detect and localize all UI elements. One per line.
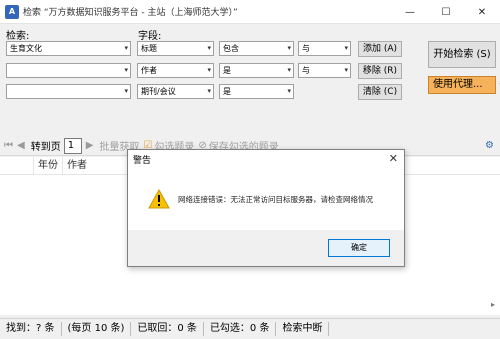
match-select-2[interactable]: 是 ▾ xyxy=(219,63,294,78)
settings-icon[interactable]: ⚙ xyxy=(485,140,494,151)
found-count: 找到：? 条 xyxy=(0,322,62,336)
prev-page-icon[interactable]: ◀ xyxy=(17,140,25,151)
warning-icon xyxy=(148,189,170,209)
dialog-close-button[interactable]: ✕ xyxy=(389,152,398,165)
scroll-right-icon[interactable]: ▸ xyxy=(486,300,500,314)
chevron-down-icon: ▾ xyxy=(124,44,128,52)
keyword-input-3[interactable]: ▾ xyxy=(6,84,131,99)
field-label: 字段: xyxy=(138,31,162,42)
goto-page-label: 转到页 xyxy=(30,142,61,153)
app-icon: A xyxy=(5,4,19,19)
ok-button[interactable]: 确定 xyxy=(328,239,390,257)
per-page-count: (每页 10 条) xyxy=(62,322,132,336)
first-page-icon[interactable]: ⏮ xyxy=(4,140,13,151)
next-page-icon[interactable]: ▶ xyxy=(86,140,94,151)
match-select-1[interactable]: 包含 ▾ xyxy=(219,41,294,56)
dialog-body: 网络连接错误：无法正常访问目标服务器，请检查网络情况 xyxy=(128,168,404,230)
close-window-button[interactable]: ✕ xyxy=(464,0,500,24)
keyword-input-2[interactable]: ▾ xyxy=(6,63,131,78)
start-search-button[interactable]: 开始检索 (S) xyxy=(428,41,496,68)
match-select-3[interactable]: 是 ▾ xyxy=(219,84,294,99)
chevron-down-icon: ▾ xyxy=(344,66,348,74)
dialog-footer: 确定 xyxy=(128,230,404,266)
page-number-input[interactable]: 1 xyxy=(63,137,82,154)
title-bar: A 检索 “万方数据知识服务平台 - 主站（上海师范大学）” — ☐ ✕ xyxy=(0,0,500,24)
chevron-down-icon: ▾ xyxy=(344,44,348,52)
field-select-1[interactable]: 标题 ▾ xyxy=(137,41,214,56)
dialog-title: 警告 xyxy=(133,155,152,166)
chevron-down-icon: ▾ xyxy=(207,44,211,52)
warning-dialog: 警告 ✕ 网络连接错误：无法正常访问目标服务器，请检查网络情况 确定 xyxy=(127,149,405,267)
use-proxy-button[interactable]: 使用代理...▾ xyxy=(428,76,500,94)
field-select-3[interactable]: 期刊/会议 ▾ xyxy=(137,84,214,99)
chevron-down-icon: ▾ xyxy=(124,66,128,74)
logic-select-2[interactable]: 与 ▾ xyxy=(298,63,351,78)
year-column-header[interactable]: 年份 xyxy=(34,156,63,175)
minimize-button[interactable]: — xyxy=(392,0,428,24)
search-state: 检索中断 xyxy=(276,322,330,336)
window-title: 检索 “万方数据知识服务平台 - 主站（上海师范大学）” xyxy=(23,8,238,18)
search-panel: 检索: 字段: 生育文化 ▾ 标题 ▾ 包含 ▾ 与 ▾ 添加 (A) ▾ 作者 ▾ 是 ▾… xyxy=(0,24,500,130)
checked-count: 已勾选：0 条 xyxy=(204,322,277,336)
chevron-down-icon: ▾ xyxy=(124,87,128,95)
add-button[interactable]: 添加 (A) xyxy=(358,41,402,57)
status-bar: 找到：? 条 (每页 10 条) 已取回：0 条 已勾选：0 条 检索中断 xyxy=(0,318,500,339)
chevron-down-icon: ▾ xyxy=(207,66,211,74)
keyword-label: 检索: xyxy=(6,31,30,42)
dialog-message: 网络连接错误：无法正常访问目标服务器，请检查网络情况 xyxy=(178,194,373,204)
index-column-header[interactable] xyxy=(0,156,34,175)
chevron-down-icon: ▾ xyxy=(287,87,291,95)
maximize-button[interactable]: ☐ xyxy=(428,0,464,24)
field-select-2[interactable]: 作者 ▾ xyxy=(137,63,214,78)
author-column-header[interactable]: 作者 xyxy=(63,157,91,175)
remove-button[interactable]: 移除 (R) xyxy=(358,63,402,79)
clear-button[interactable]: 清除 (C) xyxy=(358,84,402,100)
logic-select-1[interactable]: 与 ▾ xyxy=(298,41,351,56)
chevron-down-icon: ▾ xyxy=(287,66,291,74)
keyword-input-1[interactable]: 生育文化 ▾ xyxy=(6,41,131,56)
chevron-down-icon: ▾ xyxy=(207,87,211,95)
chevron-down-icon: ▾ xyxy=(287,44,291,52)
fetched-count: 已取回：0 条 xyxy=(131,322,204,336)
